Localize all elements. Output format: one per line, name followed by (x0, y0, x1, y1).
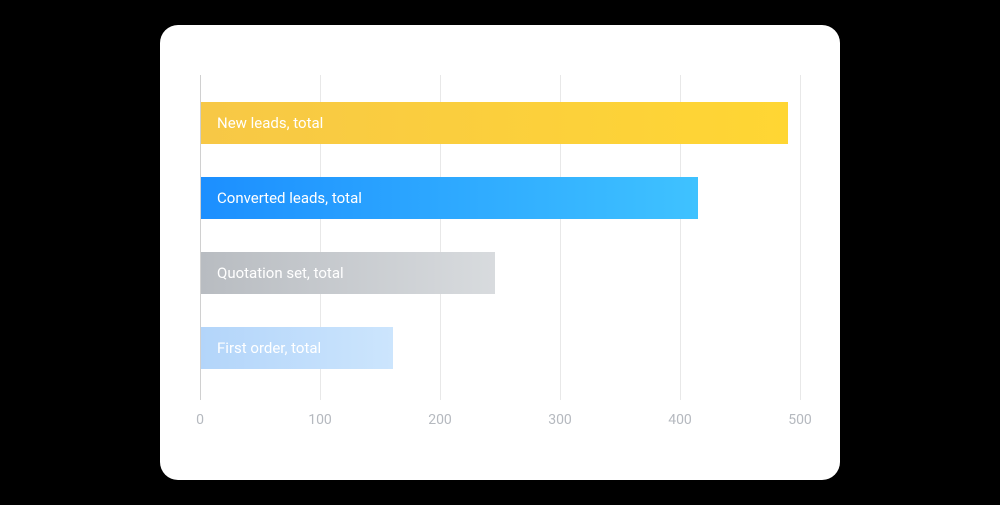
bar-first-order: First order, total (201, 327, 393, 369)
chart-area: New leads, total Converted leads, total … (200, 75, 800, 440)
bar-quotation-set: Quotation set, total (201, 252, 495, 294)
x-tick: 200 (428, 412, 452, 428)
x-axis: 0 100 200 300 400 500 (200, 400, 800, 440)
bar-new-leads: New leads, total (201, 102, 788, 144)
bar-label: Converted leads, total (217, 189, 362, 207)
x-tick: 500 (788, 412, 812, 428)
x-tick: 400 (668, 412, 692, 428)
bar-label: Quotation set, total (217, 264, 344, 282)
x-tick: 100 (308, 412, 332, 428)
bar-label: First order, total (217, 339, 321, 357)
bar-label: New leads, total (217, 114, 323, 132)
bars-container: New leads, total Converted leads, total … (201, 85, 800, 385)
bar-converted-leads: Converted leads, total (201, 177, 698, 219)
chart-card: New leads, total Converted leads, total … (160, 25, 840, 480)
x-tick: 0 (196, 412, 204, 428)
x-tick: 300 (548, 412, 572, 428)
